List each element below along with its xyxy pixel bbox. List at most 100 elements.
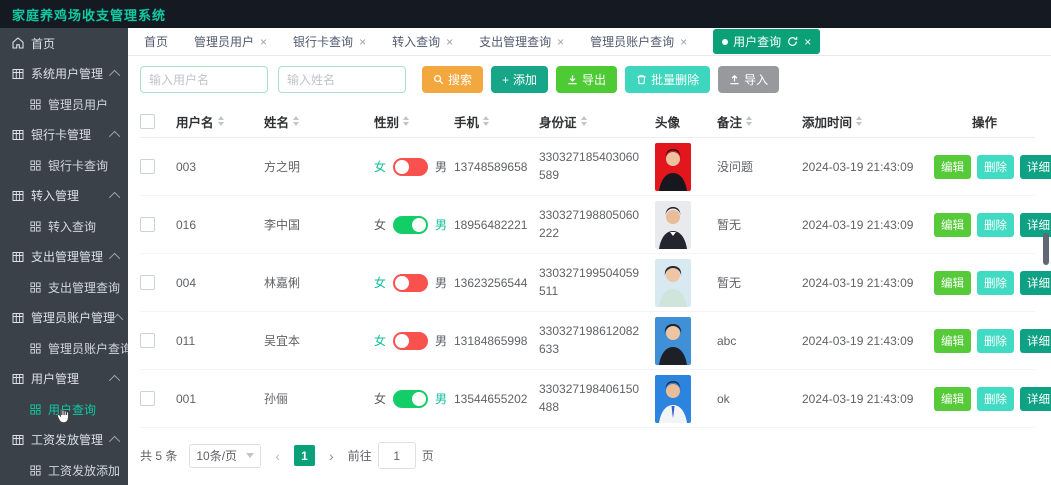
sidebar-item-transfer-in-mgmt[interactable]: 转入管理 (0, 181, 128, 212)
chevron-up-icon (109, 70, 120, 81)
page-number[interactable]: 1 (294, 445, 315, 466)
phone-cell: 13748589658 (454, 160, 539, 174)
row-checkbox[interactable] (140, 391, 155, 406)
batch-delete-button[interactable]: 批量删除 (625, 66, 710, 93)
sidebar-item-expense-query[interactable]: 支出管理查询 (0, 272, 128, 303)
delete-button[interactable]: 删除 (977, 271, 1014, 295)
gender-toggle[interactable] (393, 158, 428, 176)
tab-bankcard-query[interactable]: 银行卡查询 × (293, 33, 366, 50)
name-cell: 吴宜本 (264, 332, 374, 349)
edit-button[interactable]: 编辑 (934, 387, 971, 411)
column-header: 手机 (454, 112, 479, 131)
scrollbar-thumb[interactable] (1043, 233, 1049, 265)
squares-icon (30, 221, 41, 232)
delete-button[interactable]: 删除 (977, 213, 1014, 237)
edit-button[interactable]: 编辑 (934, 155, 971, 179)
row-checkbox[interactable] (140, 159, 155, 174)
sidebar-item-transfer-in-query[interactable]: 转入查询 (0, 211, 128, 242)
tab-transfer-in-query[interactable]: 转入查询 × (392, 33, 453, 50)
delete-button[interactable]: 删除 (977, 329, 1014, 353)
tab-admin-account-query[interactable]: 管理员账户查询 × (590, 33, 687, 50)
detail-button[interactable]: 详细 (1020, 329, 1051, 353)
sidebar-item-expense-mgmt[interactable]: 支出管理管理 (0, 242, 128, 273)
close-icon[interactable]: × (557, 36, 564, 48)
grid-icon (12, 312, 24, 324)
table-row: 004 林嘉俐 女 男 13623256544 3303271995040595… (140, 254, 1035, 312)
sidebar-item-admin-account-mgmt[interactable]: 管理员账户管理 (0, 303, 128, 334)
gender-toggle[interactable] (393, 332, 428, 350)
add-button[interactable]: + 添加 (491, 66, 548, 93)
tab-admin-user[interactable]: 管理员用户 × (194, 33, 267, 50)
tab-label: 支出管理查询 (479, 33, 551, 50)
page-size-select[interactable]: 10条/页 (189, 444, 261, 468)
sort-icon[interactable] (856, 116, 862, 126)
row-checkbox[interactable] (140, 333, 155, 348)
export-icon (567, 74, 578, 85)
detail-button[interactable]: 详细 (1020, 271, 1051, 295)
sort-icon[interactable] (218, 116, 224, 126)
sidebar-item-label: 支出管理管理 (31, 248, 103, 265)
column-header: 用户名 (176, 112, 214, 131)
page-jump-input[interactable] (378, 442, 416, 469)
edit-button[interactable]: 编辑 (934, 271, 971, 295)
detail-button[interactable]: 详细 (1020, 387, 1051, 411)
gender-toggle[interactable] (393, 274, 428, 292)
prev-page-button[interactable]: ‹ (273, 448, 282, 464)
sidebar-item-salary-add[interactable]: 工资发放添加 (0, 455, 128, 485)
sort-icon[interactable] (293, 116, 299, 126)
search-button[interactable]: 搜索 (422, 66, 483, 93)
sidebar-item-bankcard-mgmt[interactable]: 银行卡管理 (0, 120, 128, 151)
name-cell: 李中国 (264, 216, 374, 233)
sidebar-item-admin-account-query[interactable]: 管理员账户查询 (0, 333, 128, 364)
select-all-checkbox[interactable] (140, 114, 155, 129)
squares-icon (30, 404, 41, 415)
tab-label: 银行卡查询 (293, 33, 353, 50)
sidebar-item-admin-user[interactable]: 管理员用户 (0, 89, 128, 120)
remark-cell: 暂无 (717, 274, 802, 291)
phone-cell: 18956482221 (454, 218, 539, 232)
edit-button[interactable]: 编辑 (934, 213, 971, 237)
sort-icon[interactable] (483, 116, 489, 126)
sidebar-item-home[interactable]: 首页 (0, 28, 128, 59)
username-input[interactable] (140, 66, 268, 93)
import-button[interactable]: 导入 (718, 66, 779, 93)
row-checkbox[interactable] (140, 217, 155, 232)
column-header: 操作 (972, 112, 997, 131)
sort-icon[interactable] (403, 116, 409, 126)
sidebar-item-user-mgmt[interactable]: 用户管理 (0, 364, 128, 395)
close-icon[interactable]: × (446, 36, 453, 48)
delete-button[interactable]: 删除 (977, 155, 1014, 179)
sidebar-item-label: 管理员账户查询 (48, 340, 128, 357)
close-icon[interactable]: × (804, 36, 811, 48)
app-title: 家庭养鸡场收支管理系统 (12, 5, 166, 24)
tab-user-query[interactable]: 用户查询 × (713, 29, 820, 54)
close-icon[interactable]: × (359, 36, 366, 48)
sidebar-item-salary-mgmt[interactable]: 工资发放管理 (0, 425, 128, 456)
close-icon[interactable]: × (260, 36, 267, 48)
avatar (655, 375, 691, 423)
edit-button[interactable]: 编辑 (934, 329, 971, 353)
tab-home[interactable]: 首页 (144, 33, 168, 50)
gender-toggle[interactable] (393, 390, 428, 408)
sort-icon[interactable] (581, 116, 587, 126)
sidebar-item-user-query[interactable]: 用户查询 (0, 394, 128, 425)
sort-icon[interactable] (746, 116, 752, 126)
actions-cell: 编辑 删除 详细 (934, 329, 1051, 353)
row-checkbox[interactable] (140, 275, 155, 290)
gender-toggle[interactable] (393, 216, 428, 234)
sidebar-item-bankcard-query[interactable]: 银行卡查询 (0, 150, 128, 181)
delete-button[interactable]: 删除 (977, 387, 1014, 411)
name-input[interactable] (278, 66, 406, 93)
grid-icon (12, 251, 24, 263)
sidebar-item-system-user-mgmt[interactable]: 系统用户管理 (0, 59, 128, 90)
export-button[interactable]: 导出 (556, 66, 617, 93)
tab-expense-query[interactable]: 支出管理查询 × (479, 33, 564, 50)
detail-button[interactable]: 详细 (1020, 155, 1051, 179)
tab-label: 转入查询 (392, 33, 440, 50)
gender-female-label: 女 (374, 332, 386, 349)
table-header-row: 用户名 姓名 性别 手机 身份证 头像 备注 添加时间 操作 (140, 105, 1035, 138)
close-icon[interactable]: × (680, 36, 687, 48)
refresh-icon[interactable] (787, 36, 798, 47)
next-page-button[interactable]: › (327, 448, 336, 464)
username-cell: 001 (176, 392, 264, 406)
